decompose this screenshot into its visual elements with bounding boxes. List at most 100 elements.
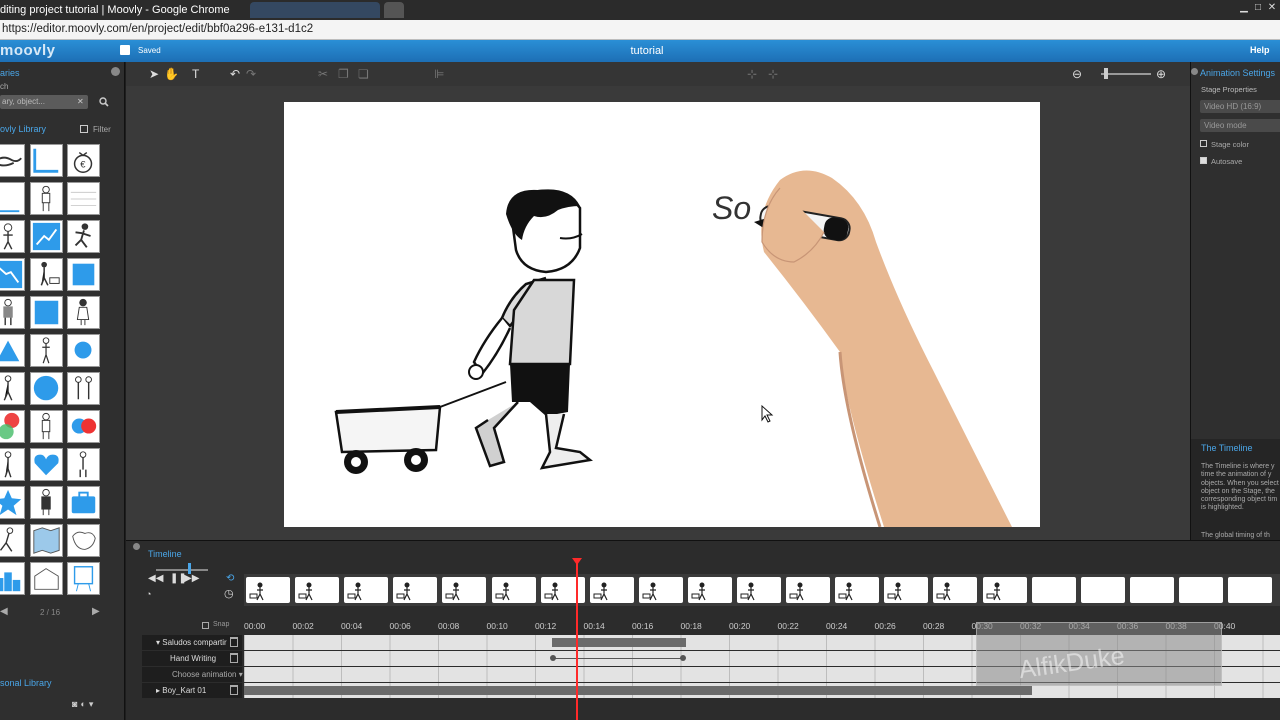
frame-thumbnail[interactable]: [1129, 577, 1174, 603]
library-item-color-circles[interactable]: [0, 410, 25, 443]
library-item-chart-up[interactable]: [30, 220, 63, 253]
loop-icon[interactable]: ⟲: [226, 573, 234, 584]
library-item-triangle[interactable]: [0, 334, 25, 367]
url-text[interactable]: https://editor.moovly.com/en/project/edi…: [2, 23, 313, 35]
frame-thumbnail[interactable]: [933, 577, 978, 603]
distribute-horizontal-icon[interactable]: ⊹: [747, 67, 757, 81]
align-icon[interactable]: ⊫: [434, 67, 444, 81]
frame-thumbnail[interactable]: [835, 577, 880, 603]
volume-icon[interactable]: ◔: [146, 589, 151, 599]
library-item-runner-2[interactable]: [0, 524, 25, 557]
library-item-frame[interactable]: [30, 144, 63, 177]
library-item-figure[interactable]: [30, 334, 63, 367]
library-item-circle[interactable]: [67, 334, 100, 367]
library-item-lines[interactable]: [67, 182, 100, 215]
video-format-select[interactable]: Video HD (16:9): [1200, 100, 1280, 113]
library-item-person[interactable]: [30, 182, 63, 215]
frame-thumbnail[interactable]: [687, 577, 732, 603]
undo-icon[interactable]: ↶: [230, 67, 240, 81]
frame-thumbnail[interactable]: [737, 577, 781, 603]
library-item-blue-red-circles[interactable]: [67, 410, 100, 443]
library-item-briefcase[interactable]: [67, 486, 100, 519]
library-item-house-sketch[interactable]: [30, 562, 63, 595]
library-item-stand[interactable]: [0, 448, 25, 481]
track-name[interactable]: Hand Writing: [142, 651, 242, 666]
panel-collapse-icon[interactable]: [1191, 68, 1198, 75]
fast-forward-icon[interactable]: ▶▶: [184, 573, 199, 584]
library-item-lady[interactable]: [67, 448, 100, 481]
track-name[interactable]: ▸ Boy_Kart 01: [142, 683, 242, 698]
handwriting-text[interactable]: So: [712, 190, 751, 227]
delete-track-icon[interactable]: [230, 685, 238, 695]
frame-thumbnail[interactable]: [589, 577, 634, 603]
library-item-suit-man[interactable]: [30, 486, 63, 519]
text-tool-icon[interactable]: T: [192, 67, 199, 81]
zoom-slider[interactable]: [1101, 73, 1151, 75]
frame-thumbnail[interactable]: [1178, 577, 1223, 603]
clear-search-icon[interactable]: ✕: [77, 97, 84, 106]
prev-page-icon[interactable]: ◀: [0, 606, 8, 617]
video-mode-select[interactable]: Video mode: [1200, 119, 1280, 132]
close-icon[interactable]: ✕: [1264, 2, 1280, 16]
select-tool-icon[interactable]: ➤: [149, 67, 159, 81]
library-item-couple[interactable]: [67, 372, 100, 405]
library-item-runner[interactable]: [67, 220, 100, 253]
rewind-icon[interactable]: ◀◀: [148, 573, 163, 584]
library-item-money-bag[interactable]: €: [67, 144, 100, 177]
frame-thumbnail[interactable]: [786, 577, 831, 603]
frame-thumbnail[interactable]: [393, 577, 438, 603]
frame-thumbnail[interactable]: [442, 577, 487, 603]
frame-thumbnail[interactable]: [344, 577, 389, 603]
frame-thumbnail[interactable]: [1031, 577, 1076, 603]
copy-icon[interactable]: ❐: [338, 67, 349, 81]
address-bar[interactable]: https://editor.moovly.com/en/project/edi…: [0, 20, 1280, 40]
library-item-blue-square[interactable]: [30, 296, 63, 329]
cut-icon[interactable]: ✂: [318, 67, 328, 81]
library-search-input[interactable]: ary, object...: [0, 95, 88, 109]
frame-thumbnail[interactable]: [884, 577, 929, 603]
filter-checkbox[interactable]: [80, 125, 88, 133]
distribute-vertical-icon[interactable]: ⊹: [768, 67, 778, 81]
library-item-woman[interactable]: [67, 296, 100, 329]
library-item-blank[interactable]: [0, 182, 25, 215]
delete-track-icon[interactable]: [230, 653, 238, 663]
frame-thumbnail[interactable]: [246, 577, 290, 603]
library-item-map[interactable]: [30, 524, 63, 557]
autosave-checkbox[interactable]: [1200, 157, 1207, 164]
library-item-waiter[interactable]: [30, 410, 63, 443]
frame-thumbnail[interactable]: [1228, 577, 1272, 603]
redo-icon[interactable]: ↷: [246, 67, 256, 81]
library-item-walker[interactable]: [0, 372, 25, 405]
stage-color-checkbox[interactable]: [1200, 140, 1207, 147]
delete-track-icon[interactable]: [230, 637, 238, 647]
volume-slider[interactable]: [156, 569, 208, 571]
animation-bar[interactable]: [552, 638, 686, 647]
library-item-man[interactable]: [0, 220, 25, 253]
library-item-star[interactable]: [0, 486, 25, 519]
clock-icon[interactable]: ◷: [224, 587, 234, 600]
stage-canvas[interactable]: So: [284, 102, 1040, 527]
library-item-world-map[interactable]: [67, 524, 100, 557]
animation-bar[interactable]: [244, 686, 1032, 695]
frame-thumbnail[interactable]: [491, 577, 536, 603]
snap-checkbox[interactable]: [202, 622, 209, 629]
library-item-businessman[interactable]: [0, 296, 25, 329]
playhead[interactable]: [576, 562, 578, 720]
help-link[interactable]: Help: [1250, 45, 1270, 55]
zoom-out-icon[interactable]: ⊖: [1072, 67, 1082, 81]
zoom-slider-thumb[interactable]: [1104, 68, 1108, 79]
timeline-collapse-icon[interactable]: [133, 543, 140, 550]
zoom-in-icon[interactable]: ⊕: [1156, 67, 1166, 81]
library-item-cart-boy[interactable]: [30, 258, 63, 291]
paste-icon[interactable]: ❏: [358, 67, 369, 81]
library-item-whiteboard[interactable]: [67, 562, 100, 595]
personal-library-heading[interactable]: sonal Library: [0, 678, 52, 688]
frame-thumbnail[interactable]: [638, 577, 683, 603]
panel-collapse-icon[interactable]: [111, 67, 120, 76]
frame-thumbnail[interactable]: [982, 577, 1027, 603]
track-name[interactable]: ▾ Saludos compartir: [142, 635, 242, 650]
library-item-chart-down[interactable]: [0, 258, 25, 291]
browser-tab[interactable]: [250, 2, 380, 18]
library-item-big-circle[interactable]: [30, 372, 63, 405]
frame-thumbnail[interactable]: [295, 577, 340, 603]
